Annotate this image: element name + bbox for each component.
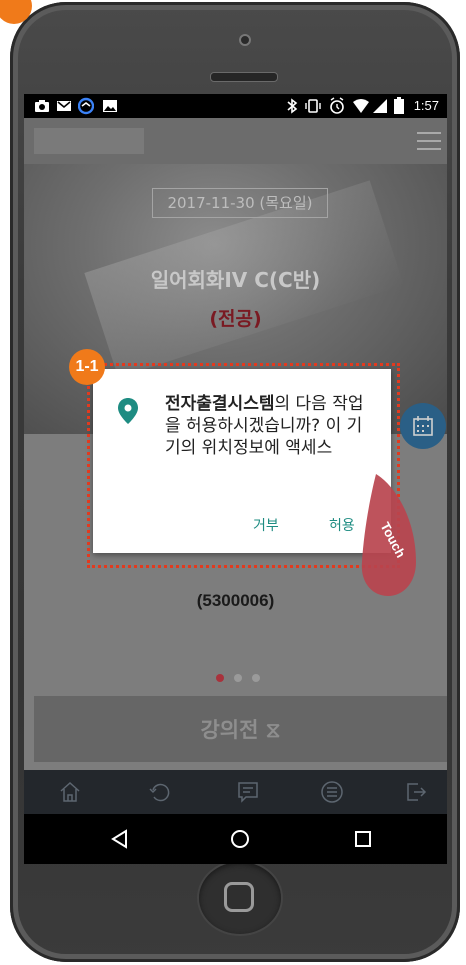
home-circle-icon[interactable] bbox=[230, 829, 250, 849]
message-icon[interactable] bbox=[236, 780, 260, 804]
vibrate-icon bbox=[305, 99, 321, 113]
pager-dots bbox=[216, 674, 266, 684]
bluetooth-icon bbox=[287, 98, 298, 114]
refresh-icon[interactable] bbox=[148, 780, 172, 804]
home-square-icon bbox=[224, 882, 254, 912]
back-icon[interactable] bbox=[110, 829, 130, 849]
calendar-icon bbox=[413, 416, 433, 436]
pager-dot[interactable] bbox=[234, 674, 242, 682]
highlight-frame bbox=[87, 363, 400, 568]
wifi-icon bbox=[353, 99, 369, 113]
home-icon[interactable] bbox=[58, 780, 82, 804]
status-bar: 1:57 bbox=[24, 94, 447, 118]
logout-icon[interactable] bbox=[404, 780, 428, 804]
pager-dot[interactable] bbox=[252, 674, 260, 682]
photo-icon bbox=[35, 100, 49, 112]
hamburger-menu-icon[interactable] bbox=[417, 132, 441, 150]
lecture-date: 2017-11-30 (목요일) bbox=[152, 188, 328, 218]
course-name: 일어회화IV C(C반) bbox=[150, 268, 321, 292]
app-logo bbox=[34, 128, 144, 154]
attendance-status-button[interactable]: 강의전 ⧖ bbox=[34, 696, 447, 762]
speaker-grill bbox=[210, 72, 278, 82]
camera-icon bbox=[239, 34, 251, 46]
calendar-button[interactable] bbox=[400, 403, 446, 449]
alarm-icon bbox=[330, 97, 344, 114]
sync-icon bbox=[78, 97, 94, 115]
attendance-status-label: 강의전 ⧖ bbox=[200, 718, 281, 742]
course-type: (전공) bbox=[209, 308, 262, 330]
app-bar bbox=[24, 118, 447, 164]
corner-badge bbox=[0, 0, 32, 24]
signal-icon bbox=[373, 99, 387, 113]
touch-indicator: Touch bbox=[361, 474, 416, 596]
mail-icon bbox=[57, 101, 71, 111]
bottom-tab-bar bbox=[24, 770, 447, 814]
recents-icon[interactable] bbox=[354, 830, 372, 848]
image-icon bbox=[103, 100, 117, 112]
status-time: 1:57 bbox=[413, 98, 439, 113]
battery-icon bbox=[394, 97, 404, 114]
step-badge: 1-1 bbox=[69, 349, 105, 385]
android-nav-bar bbox=[24, 814, 447, 864]
list-icon[interactable] bbox=[320, 780, 344, 804]
pager-dot-active[interactable] bbox=[216, 674, 224, 682]
